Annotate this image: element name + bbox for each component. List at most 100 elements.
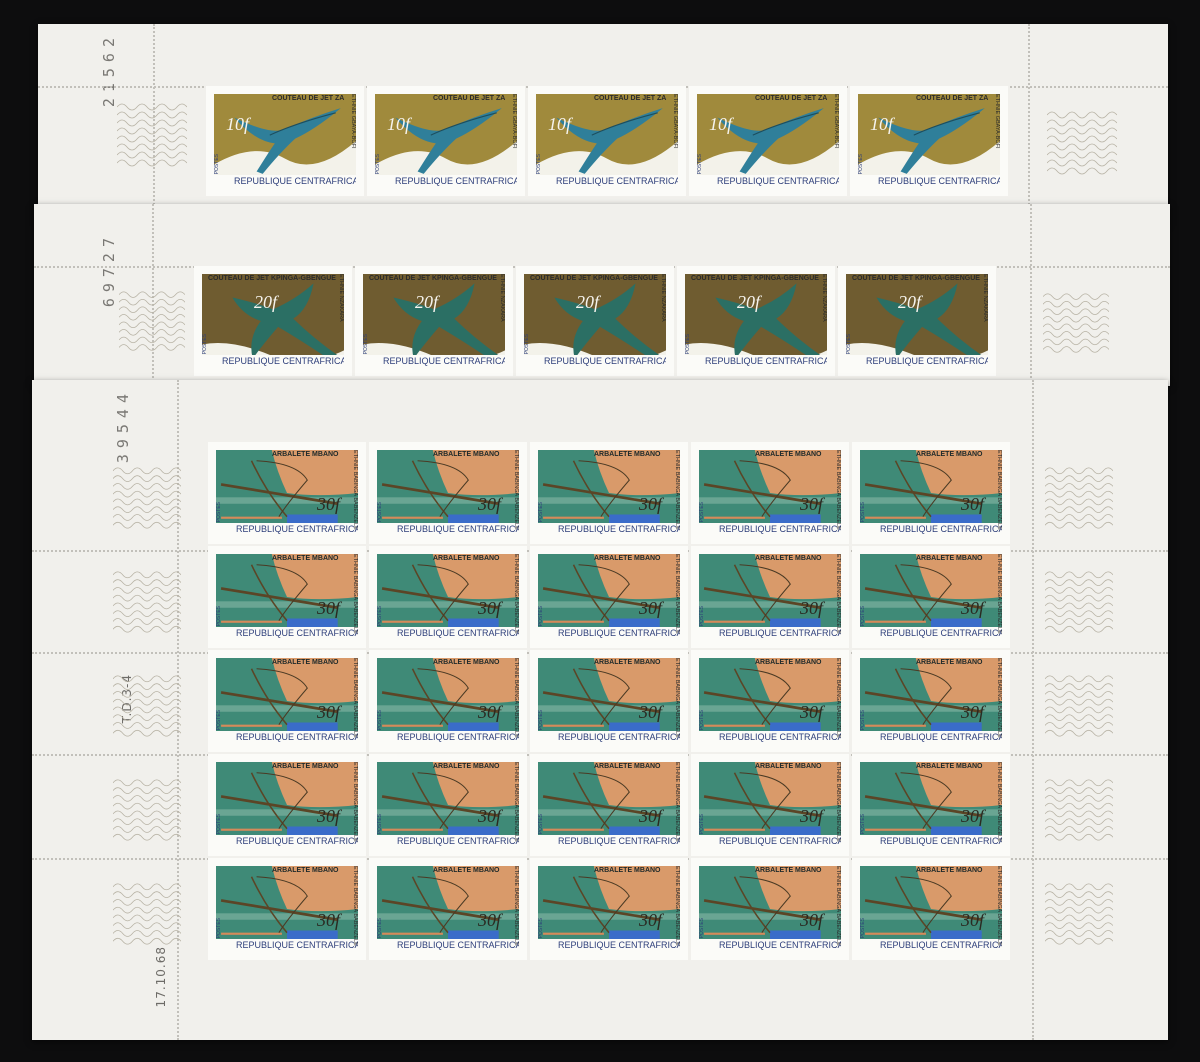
stamp-artwork xyxy=(697,94,839,188)
sheet-serial-number: 39544 xyxy=(114,388,132,464)
stamp-ethnie: ETHNIE BABINGA BABENZELE xyxy=(996,658,1002,738)
stamp-ethnie: ETHNIE BABINGA BABENZELE xyxy=(352,658,358,738)
stamp-title: ARBALETE MBANO xyxy=(755,763,822,770)
stamp: ARBALETE MBANO 30f REPUBLIQUE CENTRAFRICAI… xyxy=(852,754,1010,856)
stamp-title: COUTEAU DE JET KPINGA-GBENGUE xyxy=(691,275,819,282)
margin-guilloche xyxy=(1044,880,1114,950)
stamp-ethnie: ETHNIE BABINGA BABENZELE xyxy=(513,658,519,738)
stamp-postes: POSTES xyxy=(538,709,544,730)
stamp-postes: POSTES xyxy=(860,501,866,522)
photo-stamp-sheets: { "sheets": [ { "serial": "21562", "stam… xyxy=(0,0,1200,1062)
stamp-country: REPUBLIQUE CENTRAFRICAINE xyxy=(377,939,519,952)
stamp-value: 10f xyxy=(709,114,733,134)
stamp-value: 30f xyxy=(316,494,340,514)
stamp-ethnie: ETHNIE BABINGA BABENZELE xyxy=(513,866,519,946)
stamp-country: REPUBLIQUE CENTRAFRICAINE xyxy=(216,731,358,744)
stamp-title: ARBALETE MBANO xyxy=(916,867,983,874)
stamp-postes: POSTES xyxy=(697,153,703,174)
margin-guilloche xyxy=(118,288,186,356)
stamp-title: ARBALETE MBANO xyxy=(755,867,822,874)
stamp-ethnie: ETHNIE BABINGA BABENZELE xyxy=(352,762,358,842)
stamp: ARBALETE MBANO 30f REPUBLIQUE CENTRAFRICAI… xyxy=(691,546,849,648)
stamp-title: ARBALETE MBANO xyxy=(272,867,339,874)
margin-guilloche xyxy=(112,672,182,742)
stamp-country: REPUBLIQUE CENTRAFRICAINE xyxy=(214,175,356,188)
stamp-postes: POSTES xyxy=(524,333,530,354)
stamp: COUTEAU DE JET KPINGA-GBENGUE 20f REPUBLIQ… xyxy=(355,266,513,376)
stamp-value: 30f xyxy=(799,494,823,514)
stamp-artwork xyxy=(536,94,678,188)
margin-guilloche xyxy=(1044,568,1114,638)
stamp-postes: POSTES xyxy=(538,605,544,626)
stamp-country: REPUBLIQUE CENTRAFRICAINE xyxy=(538,731,680,744)
stamp-title: ARBALETE MBANO xyxy=(272,763,339,770)
stamp: ARBALETE MBANO 30f REPUBLIQUE CENTRAFRICAI… xyxy=(691,754,849,856)
stamp-ethnie: ETHNIE BABINGA BABENZELE xyxy=(674,658,680,738)
stamp-title: ARBALETE MBANO xyxy=(916,763,983,770)
stamp-title: COUTEAU DE JET ZA xyxy=(916,95,989,102)
sheet-20f: 69727 COUTEAU DE JET KPINGA-GBENGUE 20f RE… xyxy=(34,204,1170,386)
stamp: COUTEAU DE JET ZA 10f REPUBLIQUE CENTRAFRI… xyxy=(367,86,525,196)
stamp-postes: POSTES xyxy=(216,605,222,626)
stamp-artwork xyxy=(375,94,517,188)
stamp-title: ARBALETE MBANO xyxy=(594,659,661,666)
stamp-title: ARBALETE MBANO xyxy=(433,763,500,770)
stamp-artwork xyxy=(685,274,827,368)
stamp-value: 30f xyxy=(960,910,984,930)
stamp-ethnie: ETHNIE NZAKARA xyxy=(660,274,666,322)
stamp-country: REPUBLIQUE CENTRAFRICAINE xyxy=(377,627,519,640)
stamp-title: ARBALETE MBANO xyxy=(272,451,339,458)
stamp-value: 30f xyxy=(477,494,501,514)
sheet-serial-number: 69727 xyxy=(100,232,118,308)
stamp-postes: POSTES xyxy=(377,917,383,938)
stamp: ARBALETE MBANO 30f REPUBLIQUE CENTRAFRICAI… xyxy=(530,754,688,856)
stamp-title: COUTEAU DE JET KPINGA-GBENGUE xyxy=(530,275,658,282)
stamp-postes: POSTES xyxy=(363,333,369,354)
stamp-postes: POSTES xyxy=(699,605,705,626)
stamp-title: ARBALETE MBANO xyxy=(433,867,500,874)
stamp-ethnie: ETHNIE NZAKARA xyxy=(821,274,827,322)
stamp-postes: POSTES xyxy=(216,501,222,522)
stamp-country: REPUBLIQUE CENTRAFRICAINE xyxy=(538,939,680,952)
stamp-value: 30f xyxy=(799,702,823,722)
stamp-title: ARBALETE MBANO xyxy=(755,555,822,562)
stamp-ethnie: ETHNIE GBAYA-BOFI xyxy=(672,94,678,149)
print-date: 17.10.68 xyxy=(154,946,168,1008)
stamp-artwork xyxy=(524,274,666,368)
stamp: ARBALETE MBANO 30f REPUBLIQUE CENTRAFRICAI… xyxy=(208,754,366,856)
stamp-postes: POSTES xyxy=(216,813,222,834)
stamp: ARBALETE MBANO 30f REPUBLIQUE CENTRAFRICAI… xyxy=(530,546,688,648)
stamp-postes: POSTES xyxy=(858,153,864,174)
margin-guilloche xyxy=(112,464,182,534)
stamp: COUTEAU DE JET ZA 10f REPUBLIQUE CENTRAFRI… xyxy=(206,86,364,196)
stamp-country: REPUBLIQUE CENTRAFRICAINE xyxy=(377,835,519,848)
stamp: COUTEAU DE JET KPINGA-GBENGUE 20f REPUBLIQ… xyxy=(838,266,996,376)
stamp-title: ARBALETE MBANO xyxy=(433,555,500,562)
stamp-ethnie: ETHNIE BABINGA BABENZELE xyxy=(513,450,519,530)
stamp: ARBALETE MBANO 30f REPUBLIQUE CENTRAFRICAI… xyxy=(852,546,1010,648)
margin-guilloche xyxy=(1044,672,1114,742)
stamp-country: REPUBLIQUE CENTRAFRICAINE xyxy=(699,523,841,536)
stamp-title: ARBALETE MBANO xyxy=(272,555,339,562)
stamp-value: 10f xyxy=(387,114,411,134)
stamp-value: 30f xyxy=(799,598,823,618)
stamp-value: 30f xyxy=(316,806,340,826)
stamp-value: 30f xyxy=(960,494,984,514)
stamp-title: ARBALETE MBANO xyxy=(594,451,661,458)
stamp-value: 20f xyxy=(576,292,600,312)
stamp-title: ARBALETE MBANO xyxy=(433,451,500,458)
stamp-artwork xyxy=(858,94,1000,188)
stamp-artwork xyxy=(214,94,356,188)
sheet-serial-number: 21562 xyxy=(100,32,118,108)
stamp-postes: POSTES xyxy=(377,605,383,626)
stamp-ethnie: ETHNIE BABINGA BABENZELE xyxy=(996,866,1002,946)
stamp-country: REPUBLIQUE CENTRAFRICAINE xyxy=(699,627,841,640)
stamp-ethnie: ETHNIE NZAKARA xyxy=(499,274,505,322)
stamp-ethnie: ETHNIE BABINGA BABENZELE xyxy=(835,658,841,738)
stamp: COUTEAU DE JET KPINGA-GBENGUE 20f REPUBLIQ… xyxy=(677,266,835,376)
stamp-title: COUTEAU DE JET ZA xyxy=(594,95,667,102)
stamp-title: COUTEAU DE JET ZA xyxy=(272,95,345,102)
stamp-artwork xyxy=(846,274,988,368)
stamp-value: 30f xyxy=(799,806,823,826)
stamp-title: ARBALETE MBANO xyxy=(916,555,983,562)
